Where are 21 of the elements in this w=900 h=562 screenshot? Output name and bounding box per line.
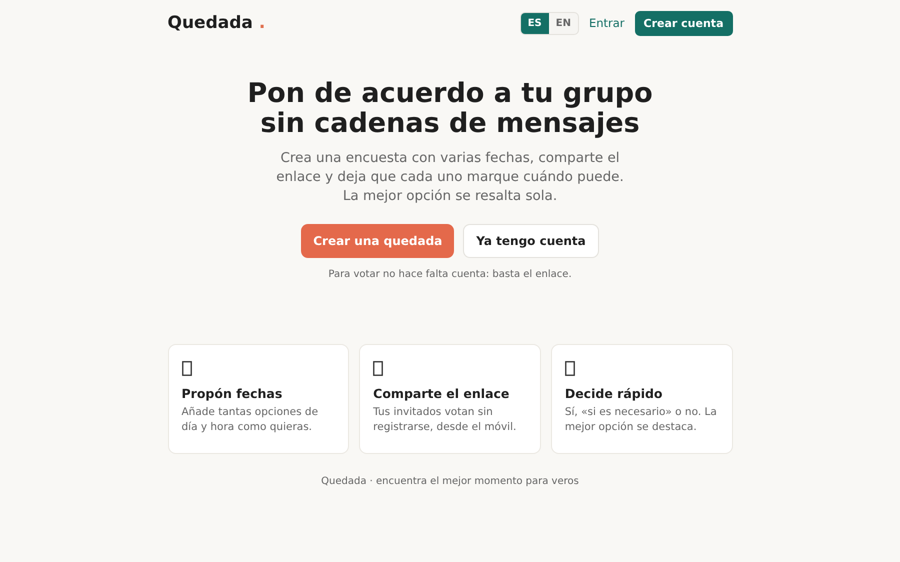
feature-title: Comparte el enlace <box>373 386 510 401</box>
feature-text: Añade tantas opciones de día y hora como quieras. <box>182 405 320 435</box>
feature-title: Decide rápido <box>564 386 664 401</box>
language-button[interactable]: EN <box>548 12 578 34</box>
hero-title: Pon de acuerdo a tu grupo sin cadenas de mensajes <box>247 79 653 139</box>
feature-title: Propón fechas <box>182 386 284 401</box>
feature-text: Sí, «si es necesario» o no. La mejor opción se destaca. <box>564 405 718 435</box>
placeholder-glyph-icon <box>182 361 192 376</box>
feature-text: Tus invitados votan sin registrarse, desde el móvil. <box>373 405 518 435</box>
placeholder-glyph-icon <box>373 361 384 376</box>
hero-note: Para votar no hace falta cuenta: basta el enlace. <box>328 269 572 280</box>
hero-subtitle: Crea una encuesta con varias fechas, comparte el enlace y deja que cada uno marque cuándo puede. La mejor opción se resalta sola. <box>275 149 625 206</box>
logo: Quedada <box>168 13 253 33</box>
login-link[interactable]: Entrar <box>588 16 625 30</box>
footer-text: Quedada · encuentra el mejor momento para veros <box>320 476 580 487</box>
placeholder-glyph-icon <box>564 361 575 376</box>
language-button[interactable]: ES <box>520 12 549 34</box>
signup-button[interactable]: Crear cuenta <box>634 10 732 36</box>
create-button[interactable]: Crear una quedada <box>301 224 454 258</box>
login-button[interactable]: Ya tengo cuenta <box>463 224 599 258</box>
logo-dot: . <box>258 13 266 33</box>
